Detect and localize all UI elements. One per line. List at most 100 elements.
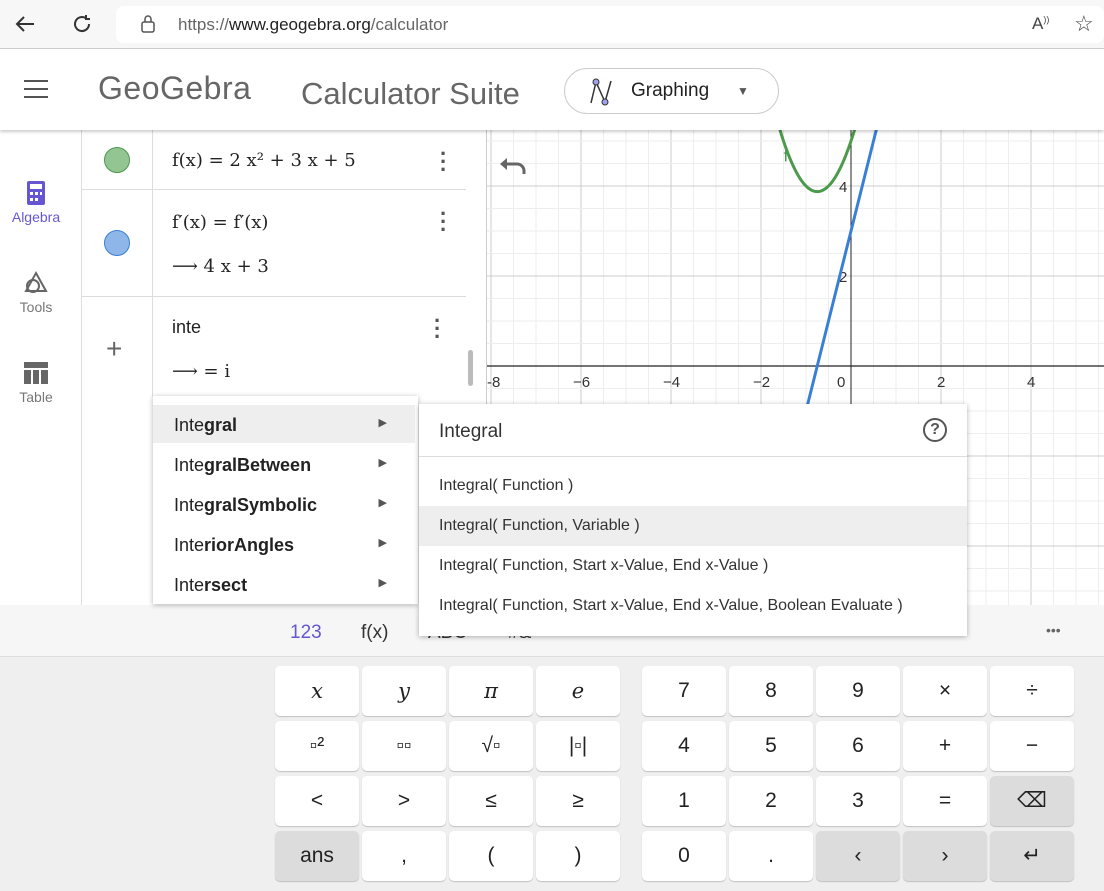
key[interactable]: y <box>362 666 446 716</box>
more-icon[interactable]: ••• <box>1046 622 1061 638</box>
autocomplete-item[interactable]: Integral ▶ <box>153 405 415 443</box>
key[interactable]: 5 <box>729 721 813 771</box>
output-value: 4 x + 3 <box>203 256 269 277</box>
reload-icon[interactable] <box>71 13 93 35</box>
app-title: Calculator Suite <box>301 76 520 111</box>
x-tick-label: −2 <box>753 374 770 391</box>
key[interactable]: 3 <box>816 776 900 826</box>
arrow-icon: ⟶ <box>172 361 198 382</box>
key[interactable]: |▫| <box>536 721 620 771</box>
key[interactable]: √▫ <box>449 721 533 771</box>
algebra-row-input[interactable]: + inte ⟶ = i · · · <box>82 297 466 397</box>
key[interactable]: ▫² <box>275 721 359 771</box>
key[interactable]: 6 <box>816 721 900 771</box>
chevron-right-icon: ▶ <box>378 497 387 509</box>
key[interactable]: 0 <box>642 831 726 881</box>
back-arrow-icon[interactable] <box>14 14 36 34</box>
key[interactable]: , <box>362 831 446 881</box>
visibility-toggle[interactable] <box>104 230 130 256</box>
key[interactable]: ▫▫ <box>362 721 446 771</box>
sidebar-item-label: Table <box>19 389 53 405</box>
scrollbar[interactable] <box>468 350 473 386</box>
syntax-item[interactable]: Integral( Function ) <box>419 466 967 506</box>
graphing-icon <box>590 78 612 106</box>
key[interactable]: ⌫ <box>990 776 1074 826</box>
algebra-row-derivative[interactable]: f′(x) = f′(x) ⟶ 4 x + 3 · · · <box>82 190 466 297</box>
key[interactable]: . <box>729 831 813 881</box>
help-icon[interactable]: ? <box>923 418 947 442</box>
x-tick-label: 2 <box>937 374 945 391</box>
more-vert-icon[interactable]: · · · <box>440 203 447 241</box>
calculator-icon <box>27 181 45 205</box>
key[interactable]: π <box>449 666 533 716</box>
table-icon <box>24 362 48 384</box>
app-selector-label: Graphing <box>631 80 710 101</box>
more-vert-icon[interactable]: · · · <box>440 143 447 181</box>
algebra-input[interactable]: inte <box>172 317 201 338</box>
key[interactable]: ‹ <box>816 831 900 881</box>
autocomplete-item[interactable]: InteriorAngles ▶ <box>153 525 415 563</box>
key[interactable]: ≤ <box>449 776 533 826</box>
autocomplete-item[interactable]: Intersect ▶ <box>153 565 415 603</box>
x-tick-label: -8 <box>487 374 500 391</box>
algebra-row-f[interactable]: f(x) = 2 x² + 3 x + 5 · · · <box>82 130 466 190</box>
sidebar-item-tools[interactable]: Tools <box>0 270 72 315</box>
key[interactable]: < <box>275 776 359 826</box>
key[interactable]: × <box>903 666 987 716</box>
syntax-item[interactable]: Integral( Function, Start x-Value, End x… <box>419 546 967 586</box>
tab-123[interactable]: 123 <box>290 622 322 644</box>
key[interactable]: ( <box>449 831 533 881</box>
key[interactable]: 4 <box>642 721 726 771</box>
help-title: Integral <box>439 421 503 442</box>
key[interactable]: = <box>903 776 987 826</box>
read-aloud-icon[interactable]: A)) <box>1032 14 1049 34</box>
address-bar[interactable]: https://www.geogebra.org/calculator A)) … <box>116 6 1104 43</box>
key[interactable]: ÷ <box>990 666 1074 716</box>
geogebra-logo[interactable]: GeoGebra <box>98 70 251 107</box>
key[interactable]: 1 <box>642 776 726 826</box>
autocomplete-item[interactable]: IntegralBetween ▶ <box>153 445 415 483</box>
output-line: ⟶ 4 x + 3 <box>172 256 269 277</box>
menu-icon[interactable] <box>24 80 48 98</box>
more-vert-icon[interactable]: · · · <box>434 310 441 348</box>
key[interactable]: 2 <box>729 776 813 826</box>
sidebar-item-table[interactable]: Table <box>0 360 72 405</box>
key[interactable]: ↵ <box>990 831 1074 881</box>
key[interactable]: ) <box>536 831 620 881</box>
key[interactable]: + <box>903 721 987 771</box>
expression[interactable]: f(x) = 2 x² + 3 x + 5 <box>172 150 356 171</box>
undo-icon[interactable] <box>499 156 527 176</box>
tab-functions[interactable]: f(x) <box>361 622 388 644</box>
autocomplete-item[interactable]: IntegralSymbolic ▶ <box>153 485 415 523</box>
plus-icon[interactable]: + <box>106 333 122 365</box>
visibility-toggle[interactable] <box>104 147 130 173</box>
syntax-item[interactable]: Integral( Function, Variable ) <box>419 506 967 546</box>
sidebar-item-label: Algebra <box>11 209 61 225</box>
key[interactable]: x <box>275 666 359 716</box>
key[interactable]: ans <box>275 831 359 881</box>
x-tick-label: −6 <box>573 374 590 391</box>
favorite-icon[interactable]: ☆ <box>1074 11 1094 37</box>
tools-icon <box>24 270 48 293</box>
completion-part: gral <box>204 415 238 435</box>
completion-part: rsect <box>204 575 248 595</box>
key[interactable]: 9 <box>816 666 900 716</box>
app-selector[interactable]: Graphing ▼ <box>564 68 779 114</box>
key[interactable]: > <box>362 776 446 826</box>
key[interactable]: 8 <box>729 666 813 716</box>
key[interactable]: − <box>990 721 1074 771</box>
expression[interactable]: f′(x) = f′(x) <box>172 212 268 233</box>
key[interactable]: ≥ <box>536 776 620 826</box>
typed-part: Inte <box>174 495 205 515</box>
chevron-right-icon: ▶ <box>378 457 387 469</box>
autocomplete-menu: Integral ▶ IntegralBetween ▶ IntegralSymboli… <box>153 396 418 604</box>
browser-bar: https://www.geogebra.org/calculator A)) … <box>0 0 1104 49</box>
syntax-item[interactable]: Integral( Function, Start x-Value, End x… <box>419 586 967 626</box>
key[interactable]: 7 <box>642 666 726 716</box>
completion-part: gralSymbolic <box>204 495 318 515</box>
chevron-right-icon: ▶ <box>378 537 387 549</box>
key[interactable]: e <box>536 666 620 716</box>
sidebar-item-algebra[interactable]: Algebra <box>0 180 72 225</box>
key[interactable]: › <box>903 831 987 881</box>
curve-label-f: f <box>784 146 789 165</box>
